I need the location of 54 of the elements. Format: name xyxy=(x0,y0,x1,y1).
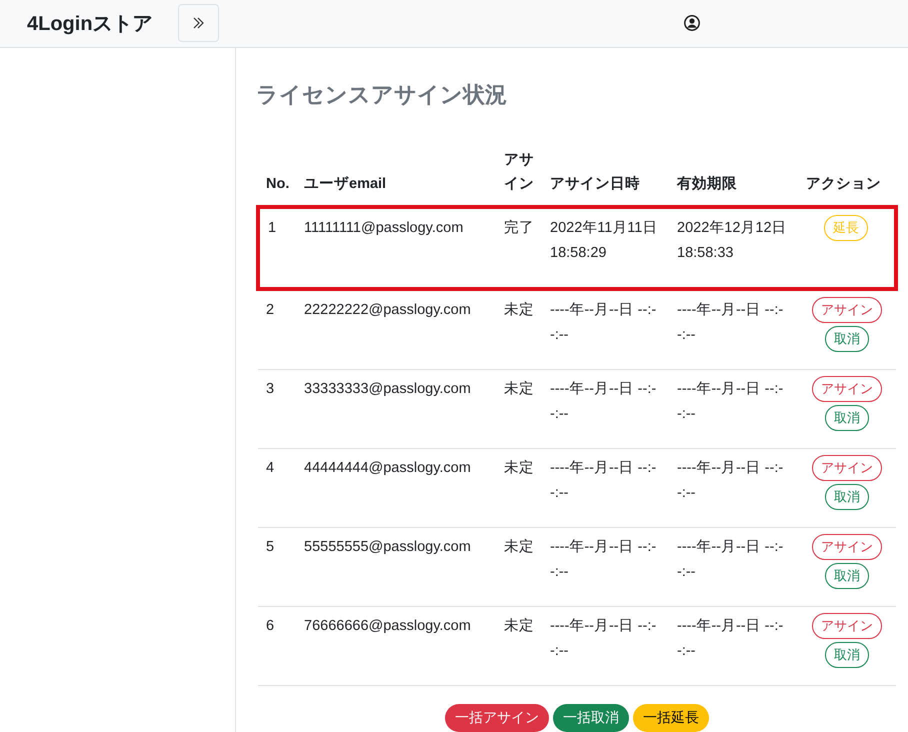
cancel-button[interactable]: 取消 xyxy=(825,405,869,432)
table-cell: 6 xyxy=(266,618,274,634)
sidebar-toggle-button[interactable] xyxy=(178,4,219,42)
cancel-button[interactable]: 取消 xyxy=(825,642,869,668)
brand-name[interactable]: 4Loginストア xyxy=(27,10,153,37)
table-cell: 完了 xyxy=(504,220,534,236)
page-title: ライセンスアサイン状況 xyxy=(256,80,508,109)
table-cell: ----年--月--日 --:--:-- xyxy=(677,302,784,343)
double-chevron-icon xyxy=(191,16,206,30)
bulk-extend-button[interactable]: 一括延長 xyxy=(633,704,709,732)
table-cell: ----年--月--日 --:--:-- xyxy=(550,381,656,422)
table-cell: ----年--月--日 --:--:-- xyxy=(550,460,656,501)
assign-button[interactable]: アサイン xyxy=(812,455,882,482)
table-cell: 55555555@passlogy.com xyxy=(304,539,471,555)
table-cell: 11111111@passlogy.com xyxy=(304,220,464,236)
table-cell: 未定 xyxy=(504,539,534,555)
table-cell: ----年--月--日 --:--:-- xyxy=(550,302,656,343)
column-header: アサイン日時 xyxy=(550,176,640,192)
bulk-assign-button[interactable]: 一括アサイン xyxy=(445,704,549,732)
table-cell: ----年--月--日 --:--:-- xyxy=(550,539,656,580)
table-cell: 22222222@passlogy.com xyxy=(304,302,471,318)
column-header: アクション xyxy=(806,176,881,192)
table-cell: 4 xyxy=(266,460,274,476)
table-cell: 未定 xyxy=(504,460,534,476)
cancel-button[interactable]: 取消 xyxy=(825,326,869,352)
table-cell: ----年--月--日 --:--:-- xyxy=(677,381,784,422)
table-cell: 76666666@passlogy.com xyxy=(304,618,471,634)
table-cell: 未定 xyxy=(504,618,534,634)
table-cell: 未定 xyxy=(504,381,534,397)
table-cell: ----年--月--日 --:--:-- xyxy=(677,460,784,501)
column-header: 有効期限 xyxy=(677,176,737,192)
table-cell: ----年--月--日 --:--:-- xyxy=(550,618,656,659)
table-cell: 33333333@passlogy.com xyxy=(304,381,471,397)
table-cell: 2022年12月12日 18:58:33 xyxy=(677,220,787,261)
assign-button[interactable]: アサイン xyxy=(812,297,882,324)
cancel-button[interactable]: 取消 xyxy=(825,484,869,510)
table-cell: 1 xyxy=(268,220,276,236)
column-header: No. xyxy=(266,176,290,192)
table-cell: 2022年11月11日 18:58:29 xyxy=(550,220,658,261)
table-cell: 未定 xyxy=(504,302,534,318)
table-cell: 44444444@passlogy.com xyxy=(304,460,471,476)
column-header: ユーザemail xyxy=(304,176,386,192)
assign-button[interactable]: アサイン xyxy=(812,376,882,402)
bulk-cancel-button[interactable]: 一括取消 xyxy=(553,704,629,732)
table-cell: ----年--月--日 --:--:-- xyxy=(677,539,784,580)
table-cell: 3 xyxy=(266,381,274,397)
table-cell: 2 xyxy=(266,302,274,318)
assign-button[interactable]: アサイン xyxy=(812,534,882,560)
cancel-button[interactable]: 取消 xyxy=(825,563,869,590)
assign-button[interactable]: アサイン xyxy=(812,613,882,640)
user-icon[interactable] xyxy=(684,15,700,32)
table-cell: ----年--月--日 --:--:-- xyxy=(677,618,784,659)
column-header: アサイン xyxy=(504,152,534,192)
table-cell: 5 xyxy=(266,539,274,555)
